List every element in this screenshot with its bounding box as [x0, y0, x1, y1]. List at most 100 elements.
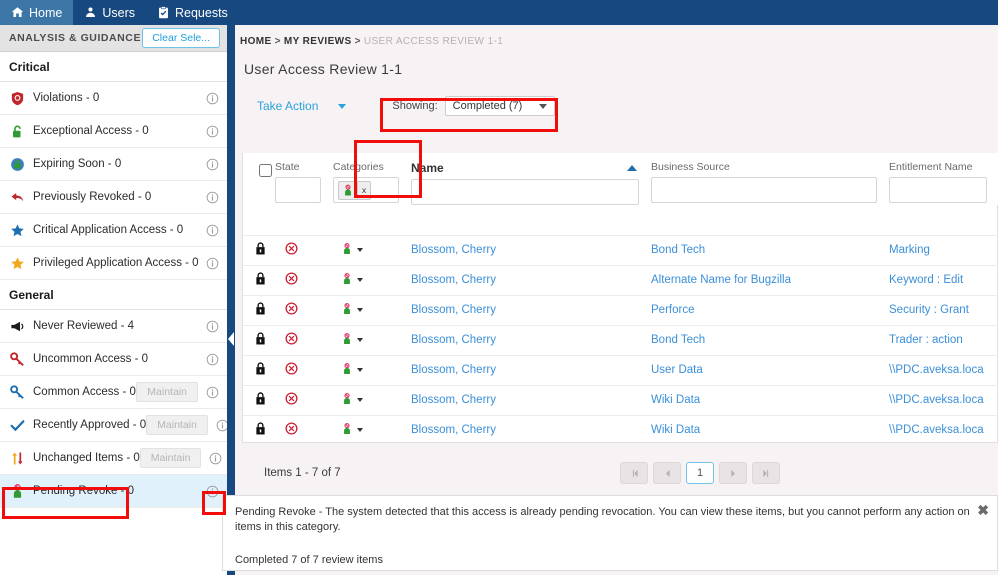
info-icon[interactable] [206, 320, 219, 333]
user-name-link[interactable]: Blossom, Cherry [411, 274, 496, 286]
business-source-link[interactable]: Perforce [651, 304, 694, 316]
maintain-button[interactable]: Maintain [136, 382, 198, 402]
info-icon[interactable] [206, 386, 219, 399]
close-icon[interactable]: ✖ [977, 503, 989, 517]
business-source-link[interactable]: Alternate Name for Bugzilla [651, 274, 791, 286]
user-name-link[interactable]: Blossom, Cherry [411, 394, 496, 406]
chevron-down-icon[interactable] [357, 248, 363, 252]
info-icon[interactable] [206, 257, 219, 270]
revoke-icon[interactable] [275, 392, 333, 408]
info-icon[interactable] [206, 485, 219, 498]
row-category-cell[interactable] [333, 325, 411, 355]
info-icon[interactable] [206, 224, 219, 237]
info-icon[interactable] [206, 191, 219, 204]
info-icon[interactable] [209, 452, 222, 465]
breadcrumb-my-reviews[interactable]: MY REVIEWS [284, 36, 352, 47]
last-page-button[interactable] [752, 462, 780, 484]
showing-select[interactable]: Completed (7) [445, 96, 555, 116]
entitlement-link[interactable]: Marking [889, 244, 930, 256]
chevron-down-icon[interactable] [357, 338, 363, 342]
info-icon[interactable] [206, 353, 219, 366]
sidebar-splitter[interactable] [227, 25, 235, 575]
info-icon[interactable] [206, 92, 219, 105]
sidebar-item-previously-revoked[interactable]: Previously Revoked - 0 [0, 181, 227, 214]
sidebar-item-privileged-application-access[interactable]: Privileged Application Access - 0 [0, 247, 227, 280]
table-row[interactable]: Blossom, Cherry Wiki Data \\PDC.aveksa.l… [243, 415, 998, 445]
chevron-down-icon[interactable] [357, 428, 363, 432]
row-category-cell[interactable] [333, 385, 411, 415]
entitlement-link[interactable]: Keyword : Edit [889, 274, 963, 286]
categories-filter-input[interactable]: x [333, 177, 399, 203]
business-source-filter-input[interactable] [651, 177, 877, 203]
row-category-cell[interactable] [333, 235, 411, 265]
sidebar-item-recently-approved[interactable]: Recently Approved - 0 Maintain [0, 409, 227, 442]
sidebar-item-violations[interactable]: Violations - 0 [0, 82, 227, 115]
nav-tab-users[interactable]: Users [73, 0, 146, 25]
info-icon[interactable] [216, 419, 227, 432]
current-page-button[interactable]: 1 [686, 462, 714, 484]
table-row[interactable]: Blossom, Cherry Perforce Security : Gran… [243, 295, 998, 325]
chevron-down-icon[interactable] [357, 278, 363, 282]
entitlement-link[interactable]: \\PDC.aveksa.loca [889, 424, 984, 436]
user-name-link[interactable]: Blossom, Cherry [411, 424, 496, 436]
business-source-link[interactable]: Bond Tech [651, 334, 705, 346]
business-source-link[interactable]: Wiki Data [651, 424, 700, 436]
row-category-cell[interactable] [333, 295, 411, 325]
revoke-icon[interactable] [275, 362, 333, 378]
breadcrumb-home[interactable]: HOME [240, 36, 272, 47]
maintain-button[interactable]: Maintain [140, 448, 202, 468]
nav-tab-requests[interactable]: Requests [146, 0, 239, 25]
select-all-checkbox[interactable] [259, 164, 272, 177]
sidebar-item-never-reviewed[interactable]: Never Reviewed - 4 [0, 310, 227, 343]
name-filter-input[interactable] [411, 179, 639, 205]
row-category-cell[interactable] [333, 415, 411, 445]
table-row[interactable]: Blossom, Cherry Wiki Data \\PDC.aveksa.l… [243, 385, 998, 415]
name-header[interactable]: Name [411, 153, 651, 205]
take-action-dropdown[interactable]: Take Action [249, 97, 352, 115]
table-row[interactable]: Blossom, Cherry Alternate Name for Bugzi… [243, 265, 998, 295]
sidebar-collapse-arrow-icon[interactable] [228, 332, 235, 346]
revoke-icon[interactable] [275, 302, 333, 318]
user-name-link[interactable]: Blossom, Cherry [411, 304, 496, 316]
business-source-link[interactable]: Wiki Data [651, 394, 700, 406]
sidebar-item-critical-application-access[interactable]: Critical Application Access - 0 [0, 214, 227, 247]
row-category-cell[interactable] [333, 265, 411, 295]
entitlement-name-filter-input[interactable] [889, 177, 987, 203]
chevron-down-icon[interactable] [357, 368, 363, 372]
nav-tab-home[interactable]: Home [0, 0, 73, 25]
previous-page-button[interactable] [653, 462, 681, 484]
clear-selection-button[interactable]: Clear Sele... [142, 28, 220, 48]
info-icon[interactable] [206, 125, 219, 138]
chevron-down-icon[interactable] [357, 308, 363, 312]
user-name-link[interactable]: Blossom, Cherry [411, 364, 496, 376]
category-filter-chip[interactable]: x [338, 181, 371, 200]
entitlement-link[interactable]: Security : Grant [889, 304, 969, 316]
user-name-link[interactable]: Blossom, Cherry [411, 334, 496, 346]
table-row[interactable]: Blossom, Cherry Bond Tech Marking [243, 235, 998, 265]
maintain-button[interactable]: Maintain [146, 415, 208, 435]
revoke-icon[interactable] [275, 422, 333, 438]
sidebar-item-exceptional-access[interactable]: Exceptional Access - 0 [0, 115, 227, 148]
table-row[interactable]: Blossom, Cherry User Data \\PDC.aveksa.l… [243, 355, 998, 385]
remove-category-chip-button[interactable]: x [357, 182, 370, 199]
first-page-button[interactable] [620, 462, 648, 484]
state-filter-input[interactable] [275, 177, 321, 203]
sidebar-item-uncommon-access[interactable]: Uncommon Access - 0 [0, 343, 227, 376]
revoke-icon[interactable] [275, 242, 333, 258]
sidebar-item-expiring-soon[interactable]: Expiring Soon - 0 [0, 148, 227, 181]
sidebar-item-common-access[interactable]: Common Access - 0 Maintain [0, 376, 227, 409]
user-name-link[interactable]: Blossom, Cherry [411, 244, 496, 256]
next-page-button[interactable] [719, 462, 747, 484]
chevron-down-icon[interactable] [357, 398, 363, 402]
sidebar-item-unchanged-items[interactable]: Unchanged Items - 0 Maintain [0, 442, 227, 475]
revoke-icon[interactable] [275, 332, 333, 348]
revoke-icon[interactable] [275, 272, 333, 288]
sidebar-item-pending-revoke[interactable]: Pending Revoke - 0 [0, 475, 227, 508]
entitlement-link[interactable]: \\PDC.aveksa.loca [889, 364, 984, 376]
entitlement-link[interactable]: Trader : action [889, 334, 963, 346]
business-source-link[interactable]: Bond Tech [651, 244, 705, 256]
row-category-cell[interactable] [333, 355, 411, 385]
table-row[interactable]: Blossom, Cherry Bond Tech Trader : actio… [243, 325, 998, 355]
info-icon[interactable] [206, 158, 219, 171]
entitlement-link[interactable]: \\PDC.aveksa.loca [889, 394, 984, 406]
